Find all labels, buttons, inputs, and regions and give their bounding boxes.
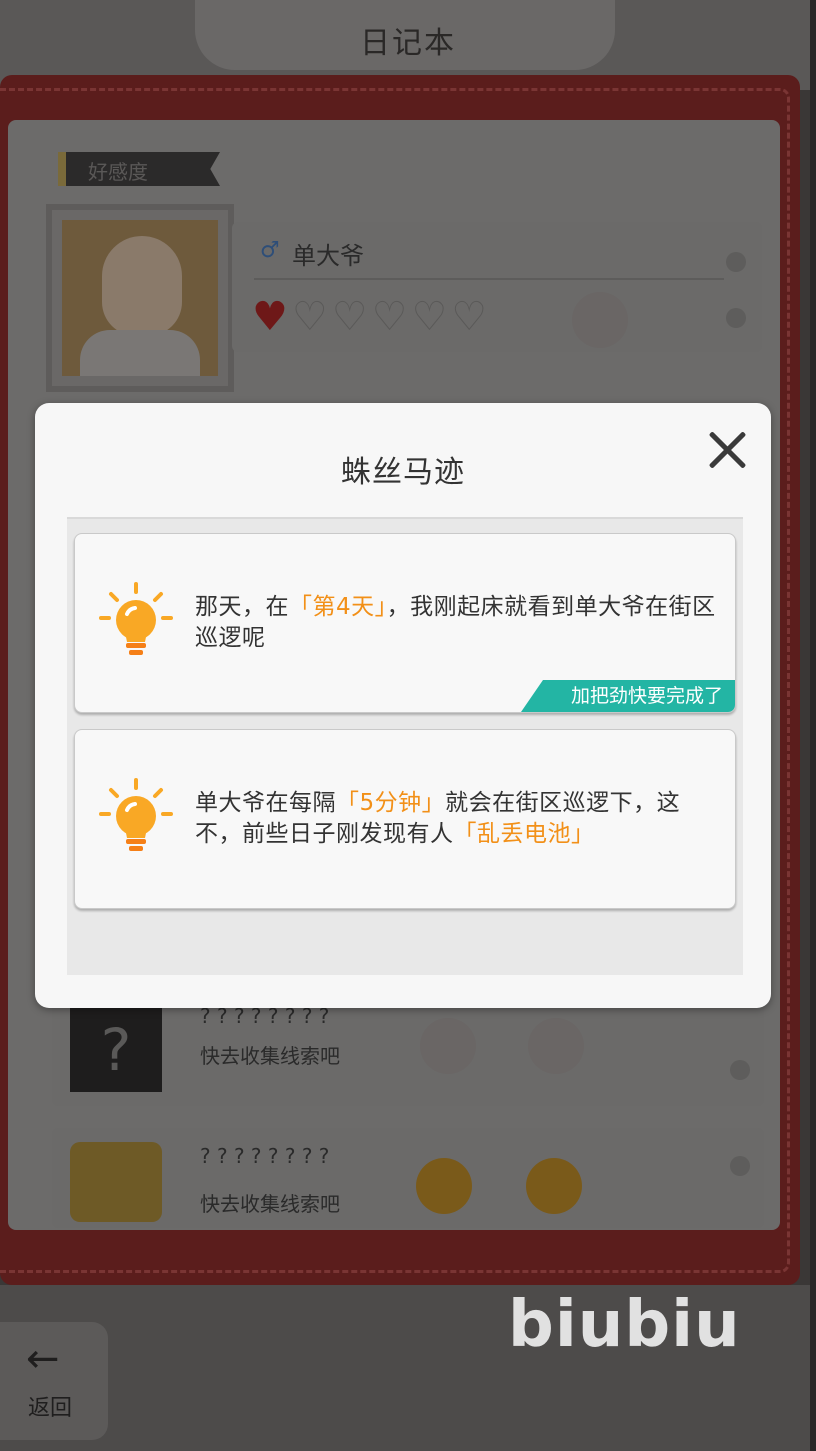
lightbulb-icon [99, 778, 173, 851]
portrait-body [80, 330, 200, 376]
favorability-label-text: 好感度 [88, 160, 148, 184]
notebook-title: 日记本 [360, 26, 456, 61]
clue-text: 那天，在「第4天」，我刚起床就看到单大爷在街区巡逻呢 [195, 592, 723, 654]
screen-edge [810, 0, 816, 1451]
lightbulb-icon [99, 582, 173, 655]
heart-empty-icons: ♡♡♡♡♡ [291, 294, 492, 340]
bulb-ghost-icon [528, 1018, 584, 1074]
favorability-label: 好感度 [58, 152, 220, 186]
heart-filled-icon: ♥ [252, 294, 292, 340]
close-icon[interactable] [703, 425, 753, 475]
row-hint: 快去收集线索吧 [200, 1044, 340, 1068]
divider [254, 278, 724, 280]
row-hint: 快去收集线索吧 [200, 1192, 340, 1216]
clue-text-part: 那天，在 [195, 594, 289, 620]
clue-card: 单大爷在每隔「5分钟」就会在街区巡逻下，这不，前些日子刚发现有人「乱丢电池」 [74, 729, 736, 909]
clues-dialog: 蛛丝马迹 那天，在「第4天」，我刚起床就看到单大爷在街区巡逻呢 加把劲快要完成了 [35, 403, 771, 1008]
label-tick [58, 152, 66, 186]
bulb-ghost-icon [572, 292, 628, 348]
character-row-coin[interactable]: ? ? ? ? ? ? ? ? 快去收集线索吧 [52, 1128, 764, 1228]
clue-highlight: 「乱丢电池」 [453, 821, 595, 847]
character-name: 单大爷 [292, 242, 364, 270]
clue-card: 那天，在「第4天」，我刚起床就看到单大爷在街区巡逻呢 加把劲快要完成了 [74, 533, 736, 713]
unknown-portrait-icon: ? [70, 1008, 162, 1092]
clue-list: 那天，在「第4天」，我刚起床就看到单大爷在街区巡逻呢 加把劲快要完成了 单大爷在… [67, 517, 743, 975]
favorability-hearts: ♥♡♡♡♡♡ [252, 294, 491, 340]
row-dot-button[interactable] [730, 1060, 750, 1080]
coin-portrait-icon [70, 1142, 162, 1222]
row-dot-button[interactable] [730, 1156, 750, 1176]
character-info-card: ♂ 单大爷 ♥♡♡♡♡♡ [232, 222, 762, 352]
bulb-ghost-icon [420, 1018, 476, 1074]
clue-highlight: 「第4天」 [289, 594, 387, 620]
name-dot-button[interactable] [726, 252, 746, 272]
back-arrow-icon: ← [26, 1336, 60, 1382]
progress-badge: 加把劲快要完成了 [521, 680, 735, 712]
dialog-title: 蛛丝马迹 [341, 455, 465, 490]
portrait-image [62, 220, 218, 376]
hearts-dot-button[interactable] [726, 308, 746, 328]
bulb-dim-icon [526, 1158, 582, 1214]
bulb-dim-icon [416, 1158, 472, 1214]
clue-text: 单大爷在每隔「5分钟」就会在街区巡逻下，这不，前些日子刚发现有人「乱丢电池」 [195, 788, 723, 850]
row-name: ? ? ? ? ? ? ? ? [200, 1144, 330, 1168]
male-icon: ♂ [260, 238, 280, 263]
character-row-locked[interactable]: ? ? ? ? ? ? ? ? ? 快去收集线索吧 [52, 996, 764, 1106]
clue-text-part: 单大爷在每隔 [195, 790, 336, 816]
portrait-head [102, 236, 182, 336]
character-portrait[interactable] [52, 210, 228, 386]
watermark: biubiu [508, 1288, 741, 1362]
clue-highlight: 「5分钟」 [336, 790, 446, 816]
back-label: 返回 [28, 1396, 73, 1421]
back-button[interactable]: ← 返回 [0, 1322, 108, 1440]
